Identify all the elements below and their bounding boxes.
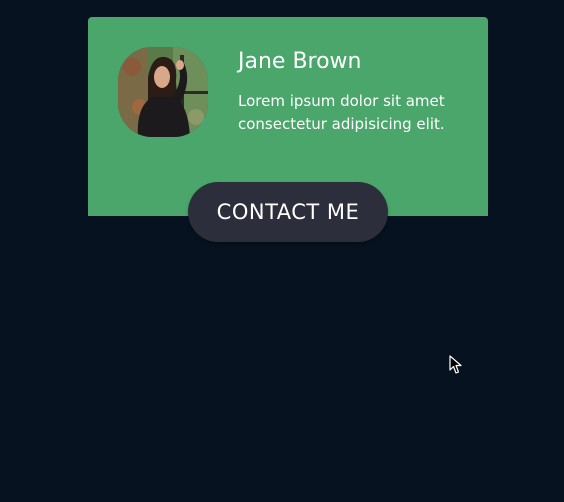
contact-me-button[interactable]: CONTACT ME bbox=[188, 182, 388, 242]
profile-bio: Lorem ipsum dolor sit amet consectetur a… bbox=[238, 92, 445, 133]
page-background: Jane Brown Lorem ipsum dolor sit amet co… bbox=[0, 0, 564, 502]
arrow-cursor-icon bbox=[449, 355, 462, 374]
profile-name: Jane Brown bbox=[238, 49, 362, 74]
avatar-image bbox=[118, 47, 208, 137]
avatar bbox=[118, 47, 208, 137]
